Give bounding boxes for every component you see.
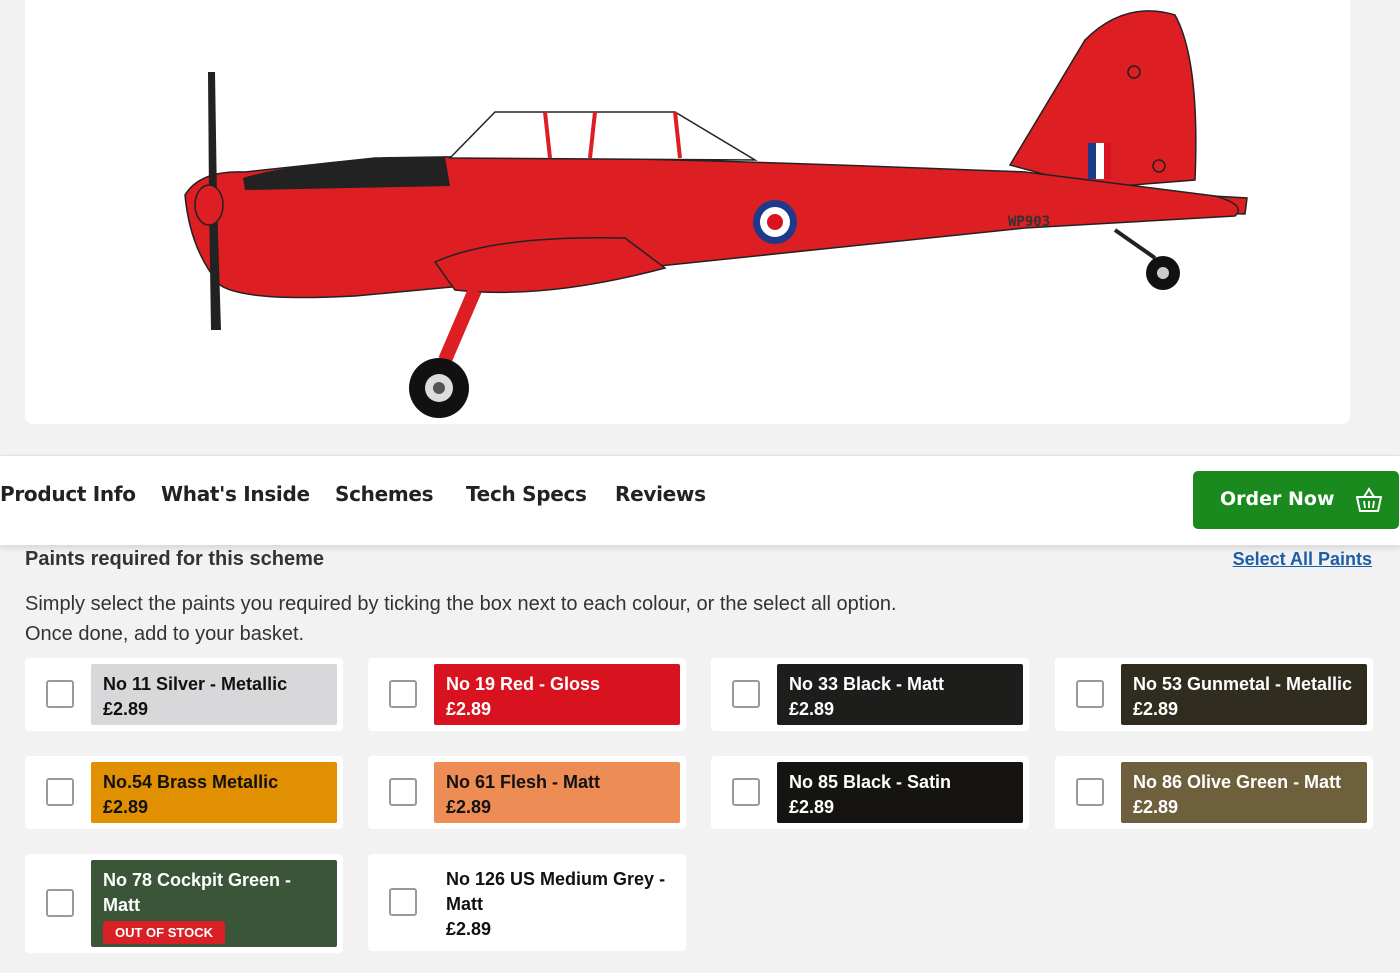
- paint-checkbox[interactable]: [732, 778, 760, 806]
- paint-card: No 53 Gunmetal - Metallic £2.89: [1055, 658, 1373, 731]
- paint-checkbox[interactable]: [389, 888, 417, 916]
- paint-swatch: No 53 Gunmetal - Metallic £2.89: [1121, 664, 1367, 725]
- paint-checkbox[interactable]: [1076, 778, 1104, 806]
- paint-price: £2.89: [1133, 699, 1179, 719]
- instructions-line-2: Once done, add to your basket.: [25, 623, 305, 645]
- paint-card: No 19 Red - Gloss £2.89: [368, 658, 686, 731]
- paint-swatch: No 61 Flesh - Matt £2.89: [434, 762, 680, 823]
- paint-price: £2.89: [446, 919, 492, 939]
- basket-icon: [1355, 486, 1383, 519]
- paint-swatch: No 33 Black - Matt £2.89: [777, 664, 1023, 725]
- paint-checkbox[interactable]: [46, 778, 74, 806]
- paint-card: No 78 Cockpit Green - Matt OUT OF STOCK: [25, 854, 343, 953]
- paint-swatch: No 78 Cockpit Green - Matt OUT OF STOCK: [91, 860, 337, 947]
- paint-checkbox[interactable]: [732, 680, 760, 708]
- paint-swatch: No 86 Olive Green - Matt £2.89: [1121, 762, 1367, 823]
- paint-name: No 19 Red - Gloss: [446, 674, 601, 694]
- paint-checkbox[interactable]: [46, 889, 74, 917]
- paint-card: No 126 US Medium Grey - Matt £2.89: [368, 854, 686, 951]
- paint-swatch: No 11 Silver - Metallic £2.89: [91, 664, 337, 725]
- paint-name: No 126 US Medium Grey - Matt: [446, 869, 666, 914]
- tab-product-info[interactable]: Product Info: [0, 482, 136, 506]
- paints-section-title: Paints required for this scheme: [25, 548, 324, 570]
- paint-price: £2.89: [1133, 797, 1179, 817]
- tab-tech-specs[interactable]: Tech Specs: [466, 482, 587, 506]
- paint-price: £2.89: [103, 699, 149, 719]
- paint-swatch: No 126 US Medium Grey - Matt £2.89: [434, 867, 680, 947]
- tab-whats-inside[interactable]: What's Inside: [161, 482, 310, 506]
- paint-checkbox[interactable]: [389, 778, 417, 806]
- paint-swatch: No 85 Black - Satin £2.89: [777, 762, 1023, 823]
- paint-card: No 11 Silver - Metallic £2.89: [25, 658, 343, 731]
- paints-instructions: Simply select the paints you required by…: [25, 589, 1025, 649]
- order-now-button[interactable]: Order Now: [1193, 471, 1399, 529]
- paint-price: £2.89: [446, 699, 492, 719]
- paint-card: No 33 Black - Matt £2.89: [711, 658, 1029, 731]
- paint-swatch: No 19 Red - Gloss £2.89: [434, 664, 680, 725]
- paint-name: No 85 Black - Satin: [789, 772, 952, 792]
- instructions-line-1: Simply select the paints you required by…: [25, 593, 897, 615]
- paint-name: No 33 Black - Matt: [789, 674, 945, 694]
- paint-swatch: No.54 Brass Metallic £2.89: [91, 762, 337, 823]
- paint-checkbox[interactable]: [46, 680, 74, 708]
- paint-card: No 85 Black - Satin £2.89: [711, 756, 1029, 829]
- paint-checkbox[interactable]: [1076, 680, 1104, 708]
- select-all-paints-link[interactable]: Select All Paints: [1233, 549, 1372, 570]
- out-of-stock-badge: OUT OF STOCK: [103, 921, 225, 944]
- paint-name: No 53 Gunmetal - Metallic: [1133, 674, 1353, 694]
- paint-name: No 78 Cockpit Green - Matt: [103, 870, 292, 915]
- paint-price: £2.89: [446, 797, 492, 817]
- paint-name: No.54 Brass Metallic: [103, 772, 279, 792]
- product-image-panel: WP903: [25, 0, 1350, 424]
- paint-name: No 86 Olive Green - Matt: [1133, 772, 1342, 792]
- paint-price: £2.89: [789, 699, 835, 719]
- paint-card: No 86 Olive Green - Matt £2.89: [1055, 756, 1373, 829]
- product-tab-bar: Product Info What's Inside Schemes Tech …: [0, 455, 1400, 545]
- paint-checkbox[interactable]: [389, 680, 417, 708]
- tab-schemes[interactable]: Schemes: [335, 482, 434, 506]
- paint-name: No 11 Silver - Metallic: [103, 674, 288, 694]
- paint-price: £2.89: [103, 797, 149, 817]
- order-now-label: Order Now: [1220, 488, 1335, 510]
- tab-reviews[interactable]: Reviews: [615, 482, 706, 506]
- paint-name: No 61 Flesh - Matt: [446, 772, 601, 792]
- paint-card: No 61 Flesh - Matt £2.89: [368, 756, 686, 829]
- aircraft-illustration: WP903: [184, 10, 1248, 418]
- paint-price: £2.89: [789, 797, 835, 817]
- aircraft-serial: WP903: [1008, 214, 1050, 230]
- paint-card: No.54 Brass Metallic £2.89: [25, 756, 343, 829]
